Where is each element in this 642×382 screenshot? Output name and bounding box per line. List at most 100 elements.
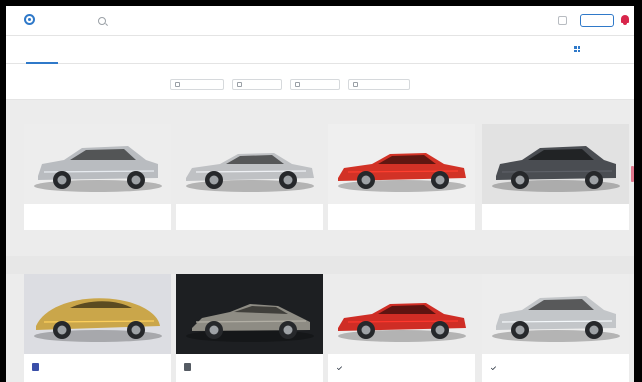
card-meta <box>328 204 475 230</box>
car-price <box>293 214 315 221</box>
checkbox-icon <box>175 82 180 87</box>
tab-1[interactable] <box>26 36 58 64</box>
filter-label <box>134 72 164 79</box>
app-name <box>39 15 77 24</box>
filter-chip-1[interactable] <box>170 79 224 90</box>
car-name <box>195 364 245 371</box>
car-name <box>184 214 234 221</box>
card-meta <box>176 354 323 380</box>
car-rim <box>361 325 371 335</box>
car-price <box>599 214 621 221</box>
section-title <box>24 106 68 114</box>
filter-group-2[interactable] <box>90 72 126 90</box>
car-name <box>32 214 82 221</box>
carousel-scroll-indicator[interactable] <box>631 166 634 182</box>
check-icon <box>336 364 343 370</box>
car-image <box>176 124 323 204</box>
car-photo <box>24 124 171 204</box>
car-name <box>336 214 386 221</box>
view-toggle[interactable] <box>574 46 583 52</box>
car-image <box>328 124 475 204</box>
car-stat <box>113 364 163 371</box>
car-stat <box>265 364 315 371</box>
car-image <box>328 274 475 354</box>
settings-icon[interactable] <box>558 16 567 25</box>
car-rim <box>57 175 67 185</box>
logo-badge-icon <box>32 363 39 371</box>
card-meta <box>482 354 629 380</box>
car-card[interactable] <box>176 124 323 230</box>
car-photo <box>24 274 171 354</box>
car-photo <box>328 124 475 204</box>
car-price <box>445 214 467 221</box>
car-name <box>490 214 540 221</box>
filter-label <box>90 72 126 79</box>
car-stat <box>417 364 467 371</box>
car-name <box>501 364 551 371</box>
filter-group-1[interactable] <box>24 72 82 90</box>
car-card[interactable] <box>328 274 475 382</box>
view-all-link[interactable] <box>592 106 626 114</box>
category-tabs <box>6 36 634 64</box>
car-photo <box>176 274 323 354</box>
tab-2[interactable] <box>80 36 108 64</box>
car-card[interactable] <box>24 124 171 230</box>
grid-view-icon <box>574 46 580 52</box>
car-card[interactable] <box>328 124 475 230</box>
filter-label <box>586 72 626 79</box>
checkbox-icon <box>237 82 242 87</box>
car-name <box>43 364 93 371</box>
car-card[interactable] <box>482 124 629 230</box>
car-rim <box>589 175 599 185</box>
brand-logo[interactable] <box>24 14 77 25</box>
filter-label <box>24 72 82 79</box>
car-photo <box>482 274 629 354</box>
notification-bell-icon[interactable] <box>620 15 630 26</box>
card-meta <box>482 204 629 230</box>
filter-bar <box>6 64 634 100</box>
search-box[interactable] <box>98 15 238 27</box>
car-card[interactable] <box>482 274 629 382</box>
filter-chip-3[interactable] <box>290 79 340 90</box>
card-meta <box>328 354 475 380</box>
car-rim <box>57 325 67 335</box>
filter-value <box>90 81 126 90</box>
car-rim <box>515 325 525 335</box>
search-input[interactable] <box>110 18 230 24</box>
checkbox-icon <box>295 82 300 87</box>
car-image <box>176 274 323 354</box>
car-rim <box>283 175 293 185</box>
car-image <box>24 124 171 204</box>
filter-group-right[interactable] <box>586 72 626 90</box>
filter-group-3[interactable] <box>134 72 164 90</box>
filter-value <box>586 81 626 90</box>
car-stat <box>571 364 621 371</box>
car-rim <box>361 175 371 185</box>
car-rim <box>515 175 525 185</box>
car-photo <box>328 274 475 354</box>
card-meta <box>176 204 323 230</box>
filter-chip-2[interactable] <box>232 79 282 90</box>
car-photo <box>176 124 323 204</box>
tab-4[interactable] <box>188 36 212 64</box>
checkbox-icon <box>353 82 358 87</box>
car-image <box>482 274 629 354</box>
top-header <box>6 6 634 36</box>
car-image <box>24 274 171 354</box>
tab-3[interactable] <box>130 36 170 64</box>
car-rim <box>283 325 293 335</box>
logo-badge-icon <box>184 363 191 371</box>
car-price <box>141 214 163 221</box>
car-rim <box>209 325 219 335</box>
car-rim <box>435 325 445 335</box>
check-icon <box>490 364 497 370</box>
car-card[interactable] <box>176 274 323 382</box>
car-card[interactable] <box>24 274 171 382</box>
filter-chip-4[interactable] <box>348 79 410 90</box>
car-image <box>482 124 629 204</box>
header-action-button[interactable] <box>580 14 614 27</box>
search-icon <box>98 17 106 25</box>
filter-value <box>24 81 82 90</box>
section-divider <box>6 256 634 274</box>
card-meta <box>24 354 171 380</box>
